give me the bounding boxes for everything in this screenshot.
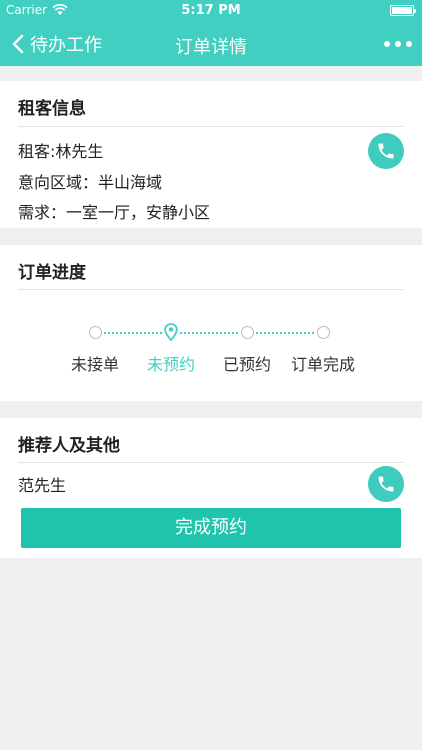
more-icon[interactable] [384,34,412,54]
step-connector [180,332,238,334]
tenant-info-card: 租客信息 租客:林先生 意向区域：半山海域 需求：一室一厅，安静小区 [0,81,422,228]
divider [18,289,404,290]
step-label-booked: 已预约 [222,355,271,374]
step-dot [89,326,102,339]
step-connector [256,332,314,334]
tenant-name: 租客:林先生 [18,142,104,161]
order-progress-stepper: 未接单 未预约 已预约 订单完成 [60,321,362,381]
location-pin-icon [164,323,178,341]
call-referrer-button[interactable] [368,466,404,502]
more-dot [384,41,390,47]
header: Carrier 5:17 PM 待办工作 订单详情 [0,0,422,66]
step-label-unbooked: 未预约 [146,355,195,374]
step-connector [104,332,162,334]
divider [18,462,404,463]
page-title: 订单详情 [175,37,247,58]
step-dot [241,326,254,339]
complete-booking-button[interactable]: 完成预约 [21,508,401,548]
order-progress-card: 订单进度 未接单 未预约 已预约 订单完成 [0,245,422,401]
divider [18,126,404,127]
more-dot [406,41,412,47]
tenant-requirement: 需求：一室一厅，安静小区 [18,203,211,222]
status-bar: Carrier 5:17 PM [0,0,422,22]
phone-icon [378,143,394,159]
nav-bar: 待办工作 订单详情 [0,22,422,66]
referrer-card: 推荐人及其他 范先生 完成预约 [0,418,422,558]
referrer-name: 范先生 [18,476,67,495]
tenant-area: 意向区域：半山海域 [18,173,163,192]
referrer-card-title: 推荐人及其他 [18,436,120,456]
step-label-unaccepted: 未接单 [70,355,119,374]
more-dot [395,41,401,47]
battery-icon [390,5,416,16]
call-tenant-button[interactable] [368,133,404,169]
step-dot [317,326,330,339]
tenant-card-title: 租客信息 [18,99,86,119]
step-label-completed: 订单完成 [290,355,355,374]
progress-card-title: 订单进度 [18,263,86,283]
phone-icon [378,476,394,492]
status-time: 5:17 PM [181,3,241,18]
